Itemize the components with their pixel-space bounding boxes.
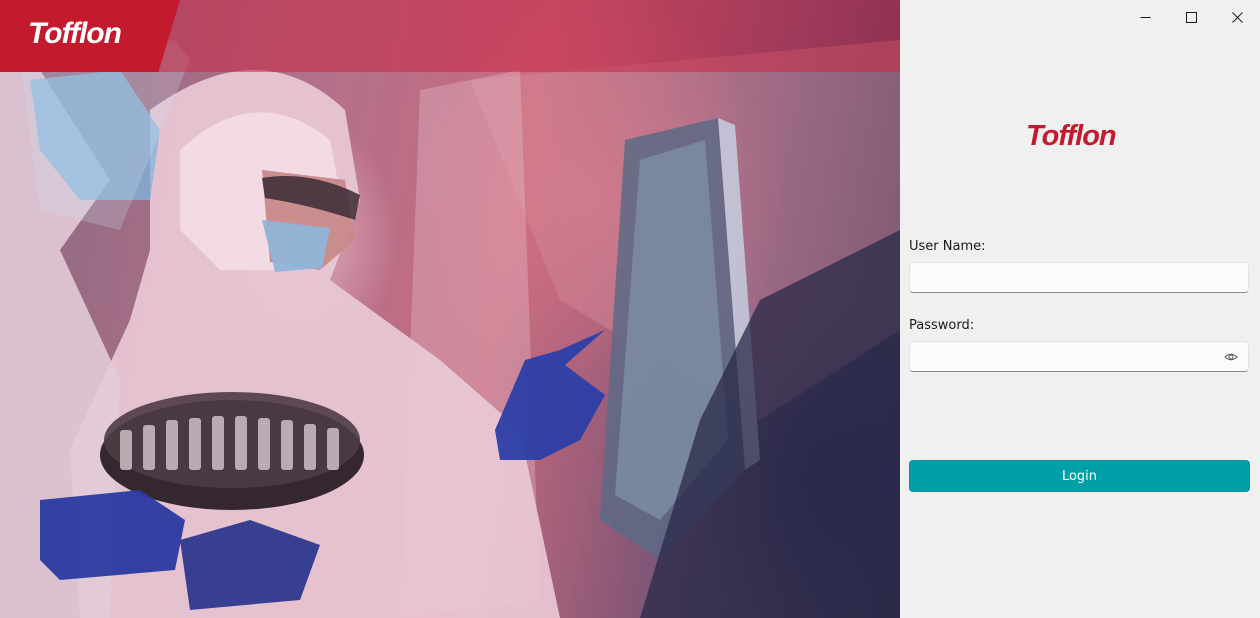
minimize-icon [1140, 16, 1150, 18]
login-button[interactable]: Login [909, 460, 1250, 492]
password-field[interactable] [909, 341, 1249, 372]
eye-icon[interactable] [1224, 351, 1238, 363]
username-input[interactable] [910, 263, 1248, 292]
username-field[interactable] [909, 262, 1249, 293]
hero-illustration [0, 40, 900, 618]
minimize-button[interactable] [1122, 0, 1168, 34]
close-button[interactable] [1214, 0, 1260, 34]
login-panel: Tofflon User Name: Password: Login [900, 0, 1260, 618]
hero-image: Tofflon [0, 0, 900, 618]
maximize-button[interactable] [1168, 0, 1214, 34]
window-controls [1122, 0, 1260, 34]
password-input[interactable] [910, 342, 1248, 371]
username-label: User Name: [909, 239, 986, 254]
login-window: Tofflon Tofflon User Name: Password: Log… [0, 0, 1260, 618]
maximize-icon [1185, 11, 1197, 23]
hero-brand-logo: Tofflon [28, 17, 122, 50]
close-icon [1231, 11, 1243, 23]
password-label: Password: [909, 318, 975, 333]
brand-logo: Tofflon [1026, 120, 1117, 152]
